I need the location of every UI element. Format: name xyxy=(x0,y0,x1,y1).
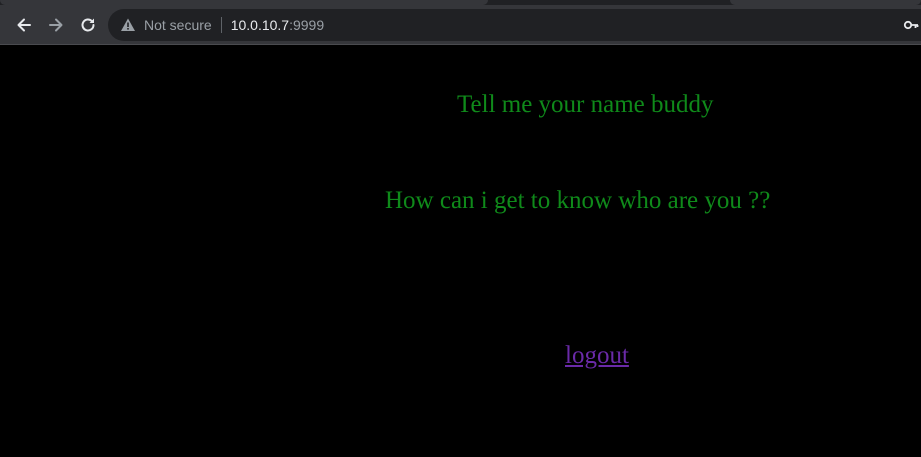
back-button[interactable] xyxy=(10,11,38,39)
address-divider xyxy=(220,17,222,33)
forward-button[interactable] xyxy=(42,11,70,39)
url-host[interactable]: 10.0.10.7 xyxy=(231,17,289,33)
page-question: How can i get to know who are you ?? xyxy=(385,187,771,214)
address-bar[interactable]: Not secure 10.0.10.7:9999 xyxy=(108,9,921,41)
browser-toolbar: Not secure 10.0.10.7:9999 xyxy=(0,5,921,45)
page-content: Tell me your name buddy How can i get to… xyxy=(0,46,921,457)
back-arrow-icon xyxy=(17,18,31,32)
reload-button[interactable] xyxy=(74,11,102,39)
page-heading: Tell me your name buddy xyxy=(457,91,714,118)
url-port[interactable]: :9999 xyxy=(289,17,324,33)
reload-icon xyxy=(81,18,95,32)
warning-icon[interactable] xyxy=(120,17,136,33)
security-status-label[interactable]: Not secure xyxy=(144,17,212,33)
forward-arrow-icon xyxy=(49,18,63,32)
logout-link[interactable]: logout xyxy=(565,342,629,370)
key-icon[interactable] xyxy=(903,17,919,33)
